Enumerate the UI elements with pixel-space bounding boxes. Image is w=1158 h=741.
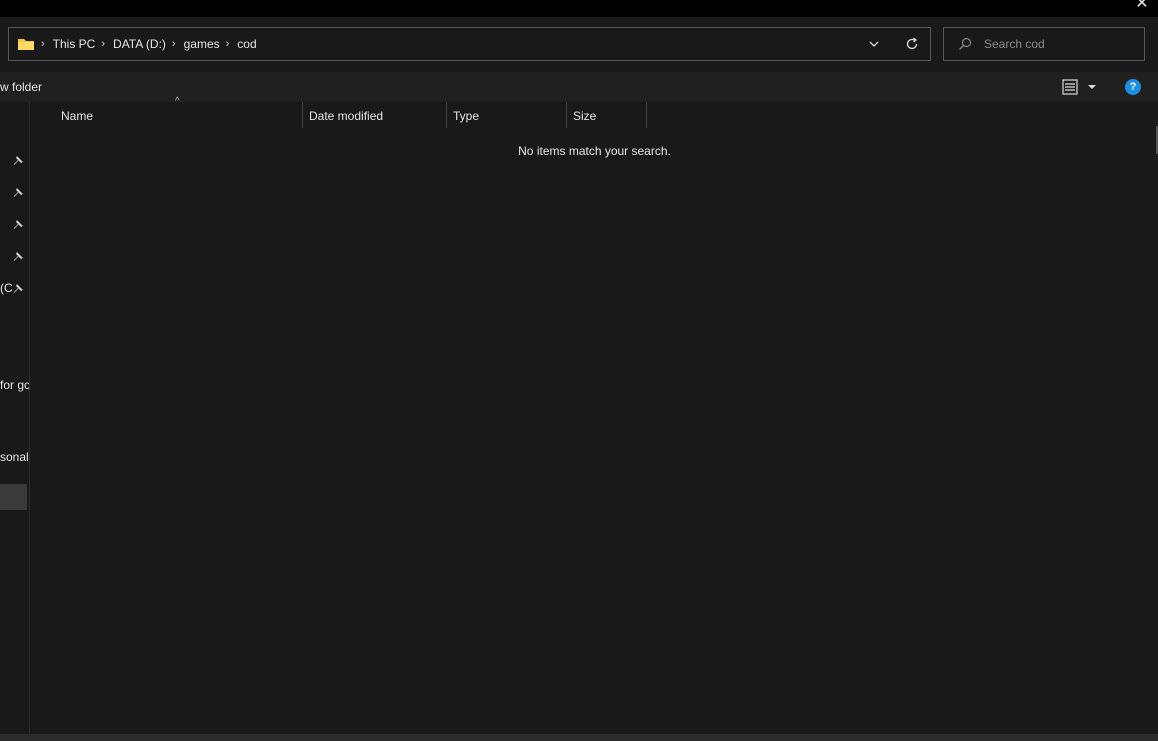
search-icon — [958, 37, 972, 51]
breadcrumb-games[interactable]: games — [184, 37, 220, 51]
search-box[interactable] — [943, 27, 1145, 61]
nav-item-selected[interactable] — [0, 484, 27, 510]
nav-item-personal[interactable]: sonal — [0, 450, 29, 464]
chevron-down-icon[interactable] — [866, 36, 882, 52]
chevron-right-icon[interactable]: › — [172, 38, 176, 50]
pin-icon[interactable] — [12, 155, 24, 167]
column-headers: ^ Name Date modified Type Size — [31, 96, 651, 128]
close-button[interactable]: ✕ — [1132, 0, 1152, 15]
pin-icon[interactable] — [12, 283, 24, 295]
breadcrumb-this-pc[interactable]: This PC — [53, 37, 96, 51]
chevron-right-icon[interactable]: › — [226, 38, 230, 50]
new-folder-button[interactable]: w folder — [0, 80, 42, 94]
pin-icon[interactable] — [12, 219, 24, 231]
empty-results-message: No items match your search. — [518, 144, 671, 158]
nav-item-folder[interactable]: for gc — [0, 378, 29, 392]
column-size[interactable]: Size — [567, 102, 647, 128]
nav-item-drive-c[interactable]: (C — [0, 281, 13, 295]
pin-icon[interactable] — [12, 187, 24, 199]
breadcrumb-data-drive[interactable]: DATA (D:) — [113, 37, 166, 51]
status-bar — [0, 734, 1158, 741]
column-date-modified[interactable]: Date modified — [303, 102, 447, 128]
help-icon[interactable]: ? — [1125, 79, 1141, 95]
navigation-pane: (C for gc sonal — [0, 102, 30, 734]
chevron-right-icon[interactable]: › — [101, 38, 105, 50]
chevron-right-icon[interactable]: › — [41, 38, 45, 50]
address-row: › This PC › DATA (D:) › games › cod — [0, 17, 1158, 72]
search-input[interactable] — [984, 37, 1134, 51]
column-type[interactable]: Type — [447, 102, 567, 128]
command-bar: w folder ? — [0, 72, 1158, 102]
column-name[interactable]: Name — [55, 102, 303, 128]
title-bar: ✕ — [0, 0, 1158, 17]
file-list: ^ Name Date modified Type Size No items … — [31, 96, 1158, 734]
pin-icon[interactable] — [12, 251, 24, 263]
address-bar[interactable]: › This PC › DATA (D:) › games › cod — [8, 27, 931, 61]
folder-icon — [17, 37, 35, 51]
details-view-icon[interactable] — [1060, 78, 1102, 96]
refresh-icon[interactable] — [904, 36, 920, 52]
breadcrumb-cod[interactable]: cod — [237, 37, 256, 51]
